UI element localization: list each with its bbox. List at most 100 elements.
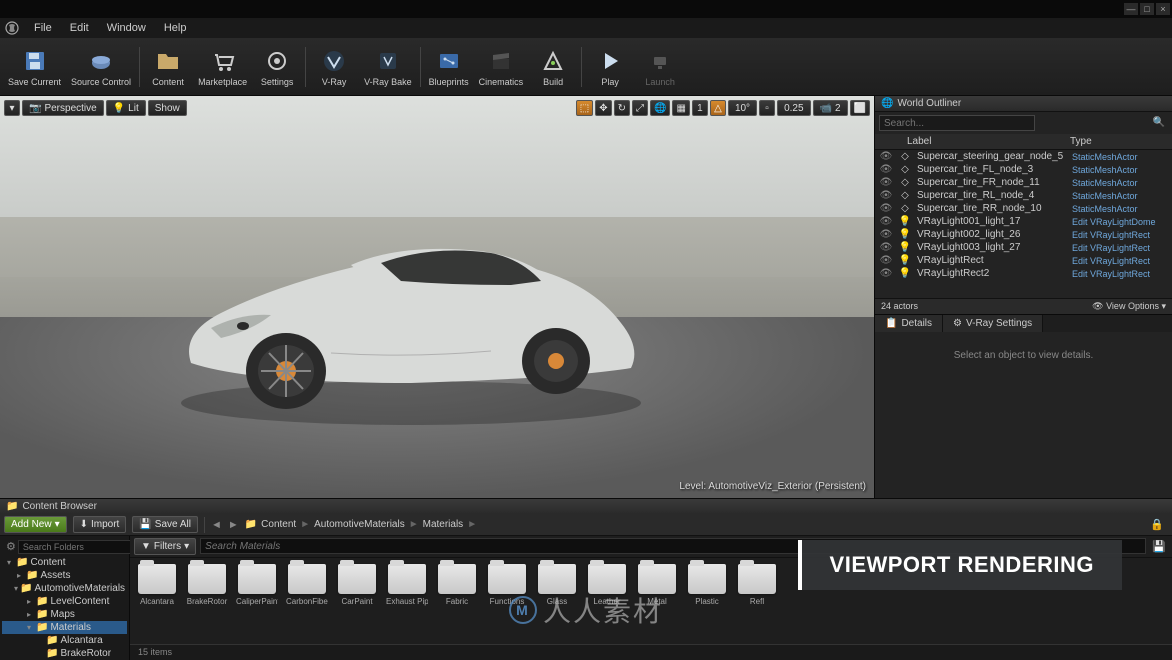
transform-scale-button[interactable]: ⤢ [632, 100, 648, 116]
menu-file[interactable]: File [26, 20, 60, 36]
scale-snap-toggle[interactable]: ▫ [759, 100, 775, 116]
tree-automotive[interactable]: ▾📁 AutomotiveMaterials [2, 582, 127, 595]
visibility-toggle[interactable]: 👁 [879, 268, 893, 279]
transform-select-button[interactable]: ⬚ [576, 100, 593, 116]
actor-type[interactable]: Edit VRayLightRect [1072, 230, 1168, 240]
outliner-list[interactable]: 👁◇Supercar_steering_gear_node_5StaticMes… [875, 150, 1172, 298]
breadcrumb-content[interactable]: Content [261, 519, 296, 530]
menu-window[interactable]: Window [99, 20, 154, 36]
tree-levelcontent[interactable]: ▸📁 LevelContent [2, 595, 127, 608]
visibility-toggle[interactable]: 👁 [879, 177, 893, 188]
outliner-row[interactable]: 👁◇Supercar_tire_FR_node_11StaticMeshActo… [875, 176, 1172, 189]
tree-alcantara[interactable]: 📁 Alcantara [2, 634, 127, 647]
viewport[interactable]: ▾ 📷Perspective 💡Lit Show ⬚ ✥ ↻ ⤢ 🌐 ▦ 1 △… [0, 96, 874, 498]
lit-button[interactable]: 💡Lit [106, 100, 146, 116]
surface-snap-button[interactable]: ▦ [672, 100, 689, 116]
menu-help[interactable]: Help [156, 20, 195, 36]
content-folder[interactable]: Alcantara [136, 564, 178, 638]
content-folder[interactable]: CarbonFiber [286, 564, 328, 638]
outliner-col-type[interactable]: Type [1070, 136, 1166, 147]
outliner-row[interactable]: 👁💡VRayLightRectEdit VRayLightRect [875, 254, 1172, 267]
actor-type[interactable]: Edit VRayLightRect [1072, 269, 1168, 279]
coord-space-button[interactable]: 🌐 [650, 100, 670, 116]
angle-snap-value[interactable]: 10° [728, 100, 757, 116]
visibility-toggle[interactable]: 👁 [879, 242, 893, 253]
build-button[interactable]: Build [529, 40, 577, 94]
viewport-maximize-button[interactable]: ⬜ [850, 100, 870, 116]
grid-snap-value[interactable]: 1 [692, 100, 708, 116]
tree-maps[interactable]: ▸📁 Maps [2, 608, 127, 621]
marketplace-button[interactable]: Marketplace [194, 40, 251, 94]
actor-type: StaticMeshActor [1072, 152, 1168, 162]
save-all-button[interactable]: 💾Save All [132, 516, 198, 533]
menu-edit[interactable]: Edit [62, 20, 97, 36]
import-button[interactable]: ⬇Import [73, 516, 127, 533]
tree-materials[interactable]: ▾📁 Materials [2, 621, 127, 634]
content-folder[interactable]: CarPaint [336, 564, 378, 638]
visibility-toggle[interactable]: 👁 [879, 229, 893, 240]
settings-button[interactable]: Settings [253, 40, 301, 94]
camera-speed-button[interactable]: 📹2 [813, 100, 848, 116]
content-button[interactable]: Content [144, 40, 192, 94]
vray-button[interactable]: V-Ray [310, 40, 358, 94]
actor-type[interactable]: Edit VRayLightRect [1072, 243, 1168, 253]
perspective-button[interactable]: 📷Perspective [22, 100, 104, 116]
save-current-button[interactable]: Save Current [4, 40, 65, 94]
outliner-row[interactable]: 👁💡VRayLight003_light_27Edit VRayLightRec… [875, 241, 1172, 254]
close-button[interactable]: × [1156, 3, 1170, 15]
show-button[interactable]: Show [148, 100, 187, 116]
tree-assets[interactable]: ▸📁 Assets [2, 569, 127, 582]
breadcrumb-automotive[interactable]: AutomotiveMaterials [314, 519, 405, 530]
transform-translate-button[interactable]: ✥ [595, 100, 611, 116]
blueprints-button[interactable]: Blueprints [425, 40, 473, 94]
viewport-options-button[interactable]: ▾ [4, 100, 20, 116]
lock-icon[interactable]: 🔒 [1150, 518, 1164, 531]
play-button[interactable]: Play [586, 40, 634, 94]
content-folder[interactable]: BrakeRotor [186, 564, 228, 638]
tab-details[interactable]: 📋Details [875, 315, 943, 332]
tree-brakerotor[interactable]: 📁 BrakeRotor [2, 647, 127, 660]
outliner-col-label[interactable]: Label [907, 136, 1070, 147]
visibility-toggle[interactable]: 👁 [879, 151, 893, 162]
visibility-toggle[interactable]: 👁 [879, 190, 893, 201]
content-folder[interactable]: Plastic [686, 564, 728, 638]
nav-forward-button[interactable]: ► [228, 519, 239, 531]
scale-snap-value[interactable]: 0.25 [777, 100, 810, 116]
vray-bake-button[interactable]: V-Ray Bake [360, 40, 416, 94]
outliner-search-input[interactable] [879, 115, 1035, 131]
outliner-row[interactable]: 👁💡VRayLightRect2Edit VRayLightRect [875, 267, 1172, 280]
save-search-icon[interactable]: 💾 [1150, 538, 1168, 555]
maximize-button[interactable]: □ [1140, 3, 1154, 15]
launch-button[interactable]: Launch [636, 40, 684, 94]
visibility-toggle[interactable]: 👁 [879, 164, 893, 175]
visibility-toggle[interactable]: 👁 [879, 203, 893, 214]
source-control-button[interactable]: Source Control [67, 40, 135, 94]
view-options-button[interactable]: 👁 View Options ▾ [1092, 301, 1166, 312]
minimize-button[interactable]: — [1124, 3, 1138, 15]
search-folders-input[interactable] [18, 540, 145, 554]
actor-type[interactable]: Edit VRayLightRect [1072, 256, 1168, 266]
content-folder[interactable]: Refl [736, 564, 778, 638]
content-folder[interactable]: CaliperPaint [236, 564, 278, 638]
nav-back-button[interactable]: ◄ [211, 519, 222, 531]
breadcrumb-materials[interactable]: Materials [423, 519, 464, 530]
outliner-row[interactable]: 👁◇Supercar_tire_RR_node_10StaticMeshActo… [875, 202, 1172, 215]
outliner-row[interactable]: 👁◇Supercar_tire_FL_node_3StaticMeshActor [875, 163, 1172, 176]
content-folder[interactable]: Fabric [436, 564, 478, 638]
outliner-row[interactable]: 👁◇Supercar_steering_gear_node_5StaticMes… [875, 150, 1172, 163]
outliner-row[interactable]: 👁💡VRayLight001_light_17Edit VRayLightDom… [875, 215, 1172, 228]
add-new-button[interactable]: Add New ▾ [4, 516, 67, 533]
filters-button[interactable]: ▼ Filters ▾ [134, 538, 196, 555]
visibility-toggle[interactable]: 👁 [879, 216, 893, 227]
visibility-toggle[interactable]: 👁 [879, 255, 893, 266]
outliner-row[interactable]: 👁◇Supercar_tire_RL_node_4StaticMeshActor [875, 189, 1172, 202]
cinematics-button[interactable]: Cinematics [475, 40, 528, 94]
actor-type[interactable]: Edit VRayLightDome [1072, 217, 1168, 227]
tree-content[interactable]: ▾📁 Content [2, 556, 127, 569]
outliner-row[interactable]: 👁💡VRayLight002_light_26Edit VRayLightRec… [875, 228, 1172, 241]
tab-vray-settings[interactable]: ⚙V-Ray Settings [943, 315, 1043, 332]
content-folder[interactable]: Exhaust Pipe [386, 564, 428, 638]
angle-snap-toggle[interactable]: △ [710, 100, 726, 116]
transform-rotate-button[interactable]: ↻ [614, 100, 630, 116]
filter-icon[interactable]: ⚙ [6, 540, 16, 554]
